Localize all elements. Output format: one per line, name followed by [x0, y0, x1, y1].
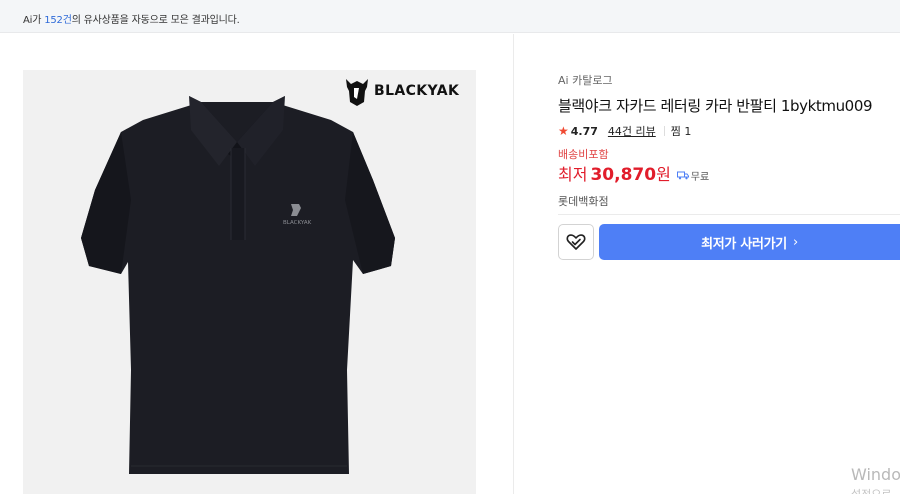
meta-separator	[663, 126, 665, 136]
rating-value: 4.77	[570, 124, 598, 138]
brand-logo: BLACKYAK	[343, 75, 459, 107]
banner-count[interactable]: 152건	[44, 15, 72, 26]
reviews-link[interactable]: 44건 리뷰	[608, 123, 656, 139]
brand-wordmark: BLACKYAK	[374, 83, 460, 99]
price-prefix: 최저	[558, 165, 588, 184]
delivery-free-label: 무료	[690, 172, 710, 183]
banner-suffix: 의 유사상품을 자동으로 모은 결과입니다.	[71, 15, 240, 26]
chest-logo-text: BLACKYAK	[283, 220, 312, 226]
info-divider	[558, 214, 900, 215]
wishlist-count: 찜 1	[670, 125, 692, 138]
buy-button-label: 최저가 사러가기	[701, 236, 787, 252]
product-image[interactable]: BLACKYAK	[23, 70, 476, 494]
shipping-included-label: 배송비포함	[558, 148, 609, 161]
star-icon: ★	[558, 124, 569, 138]
price-unit: 원	[656, 165, 671, 184]
price-amount: 30,870	[590, 165, 657, 185]
catalog-label: Ai 카탈로그	[558, 74, 613, 87]
column-divider	[513, 34, 514, 494]
yak-logo-icon	[346, 79, 368, 106]
product-title[interactable]: 블랙야크 자카드 레터링 카라 반팔티 1byktmu009	[558, 95, 873, 116]
price-row: 최저 30,870 원 무료	[558, 161, 709, 185]
windows-watermark: Windo	[851, 465, 900, 484]
chevron-right-icon: ›	[792, 234, 798, 250]
heart-check-icon	[566, 234, 586, 250]
buy-lowest-price-button[interactable]: 최저가 사러가기 ›	[599, 224, 900, 260]
banner-text: Ai가 152건의 유사상품을 자동으로 모은 결과입니다.	[23, 11, 240, 26]
windows-watermark-sub: 설정으로	[851, 486, 891, 494]
truck-icon	[676, 171, 689, 180]
similar-products-banner: Ai가 152건의 유사상품을 자동으로 모은 결과입니다.	[0, 0, 900, 33]
store-name[interactable]: 롯데백화점	[558, 193, 609, 209]
product-meta: ★ 4.77 44건 리뷰 찜 1	[558, 123, 691, 139]
banner-prefix: Ai가	[23, 15, 45, 26]
wishlist-button[interactable]	[558, 224, 594, 260]
shirt-illustration: BLACKYAK	[81, 96, 395, 474]
